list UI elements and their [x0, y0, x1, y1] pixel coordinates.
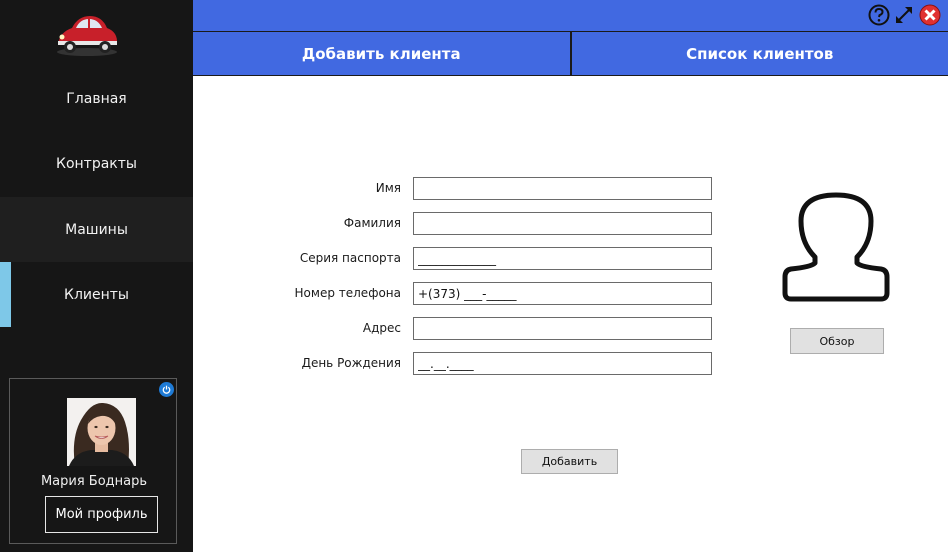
nav-item-label: Главная: [66, 90, 127, 107]
add-button[interactable]: Добавить: [521, 449, 618, 474]
first-name-label: Имя: [375, 181, 401, 195]
avatar: [67, 398, 136, 466]
nav-item-home[interactable]: Главная: [0, 66, 193, 131]
phone-number-label: Номер телефона: [294, 286, 401, 300]
passport-series-input[interactable]: [413, 247, 712, 270]
user-profile-card: Мария Боднарь Мой профиль: [9, 378, 177, 544]
tab-client-list[interactable]: Список клиентов: [569, 32, 948, 75]
phone-number-input[interactable]: [413, 282, 712, 305]
my-profile-button[interactable]: Мой профиль: [45, 496, 158, 533]
close-icon[interactable]: [919, 4, 941, 26]
first-name-input[interactable]: [413, 177, 712, 200]
sidebar: Главная Контракты Машины Клиенты Мария Б…: [0, 0, 193, 552]
browse-button[interactable]: Обзор: [790, 328, 884, 354]
maximize-icon[interactable]: [893, 4, 915, 26]
car-logo-icon[interactable]: [52, 8, 122, 58]
title-bar: [193, 0, 948, 31]
address-input[interactable]: [413, 317, 712, 340]
tab-label: Добавить клиента: [301, 44, 461, 63]
last-name-input[interactable]: [413, 212, 712, 235]
tab-bar: Добавить клиента Список клиентов: [193, 31, 948, 76]
address-label: Адрес: [362, 321, 401, 335]
power-icon[interactable]: [159, 382, 174, 397]
user-name: Мария Боднарь: [40, 474, 148, 489]
birthday-label: День Рождения: [301, 356, 401, 370]
tab-add-client[interactable]: Добавить клиента: [193, 32, 570, 75]
passport-series-label: Серия паспорта: [299, 251, 401, 265]
last-name-label: Фамилия: [343, 216, 401, 230]
help-icon[interactable]: [868, 4, 890, 26]
birthday-input[interactable]: [413, 352, 712, 375]
tab-label: Список клиентов: [686, 44, 834, 63]
nav-item-label: Контракты: [56, 155, 137, 172]
user-placeholder-icon: [782, 192, 890, 302]
